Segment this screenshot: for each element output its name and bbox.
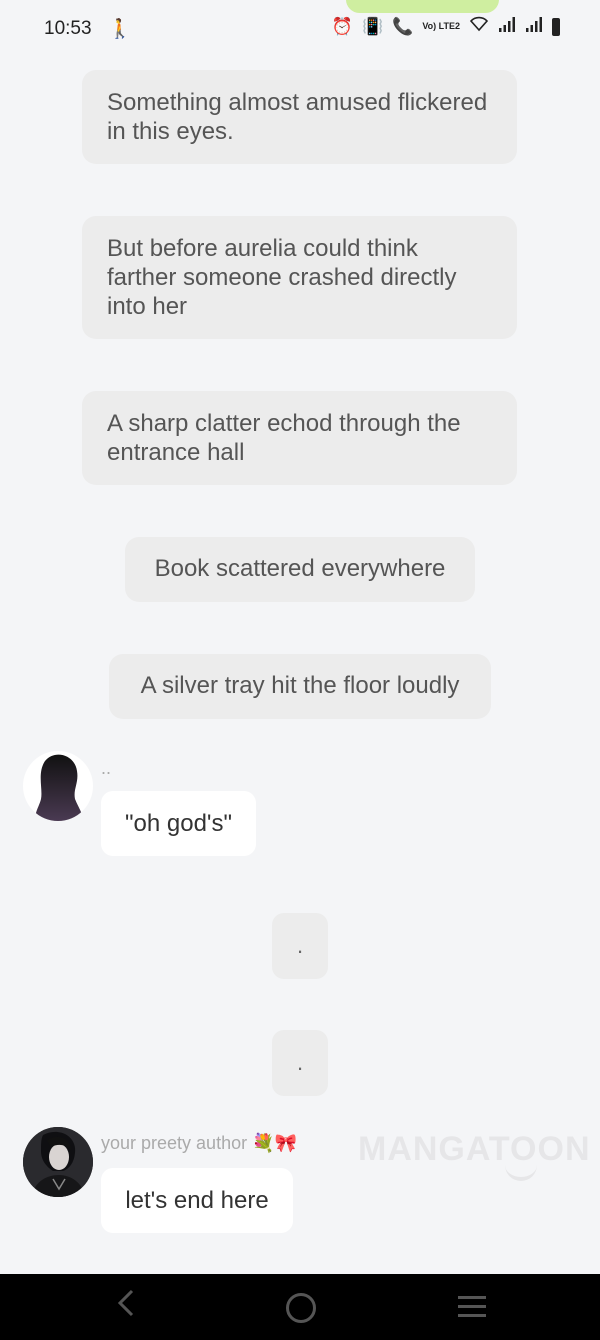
narration-bubble: Book scattered everywhere [125, 537, 475, 602]
narration-bubble: A sharp clatter echod through the entran… [82, 391, 517, 485]
author-avatar[interactable] [23, 1127, 93, 1197]
avatar-silhouette[interactable] [23, 751, 93, 821]
wifi-icon [469, 16, 489, 37]
status-bar: 10:53 🚶 ⏰ 📳 📞 Vo) LTE2 [0, 0, 600, 58]
wifi-calling-icon: 📞 [392, 16, 414, 36]
dot-bubble: . [272, 1030, 328, 1096]
volte-icon: Vo) LTE2 [422, 21, 460, 31]
vibrate-icon: 📳 [361, 16, 384, 36]
status-icons: ⏰ 📳 📞 Vo) LTE2 [332, 16, 560, 37]
recents-icon[interactable] [458, 1296, 486, 1323]
narration-bubble: Something almost amused flickered in thi… [82, 70, 517, 164]
narration-bubble: But before aurelia could think farther s… [82, 216, 517, 339]
signal-2-icon [525, 17, 543, 36]
narration-bubble: A silver tray hit the floor loudly [109, 654, 491, 719]
speaker-name: .. [101, 758, 112, 778]
watermark-smile [505, 1165, 537, 1181]
home-icon[interactable] [286, 1293, 316, 1323]
alarm-icon: ⏰ [331, 16, 353, 36]
navigation-bar [0, 1274, 600, 1340]
signal-1-icon [498, 17, 516, 36]
chat-bubble: let's end here [101, 1168, 293, 1233]
speaker-name: your preety author 💐🎀 [101, 1133, 297, 1153]
clock: 10:53 [44, 18, 92, 39]
chat-bubble: "oh god's" [101, 791, 256, 856]
dot-bubble: . [272, 913, 328, 979]
call-indicator-pill[interactable] [346, 0, 499, 13]
battery-icon [552, 17, 560, 36]
mangatoon-watermark: MANGATOON [358, 1130, 591, 1168]
walking-person-icon: 🚶 [108, 19, 132, 40]
back-icon[interactable] [116, 1288, 136, 1326]
